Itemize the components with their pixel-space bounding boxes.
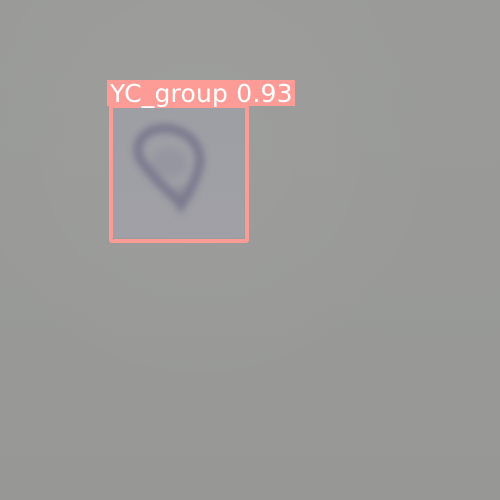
photo-background — [0, 0, 500, 500]
detection-bounding-box — [109, 104, 249, 243]
detection-label: YC_group 0.93 — [107, 80, 295, 108]
